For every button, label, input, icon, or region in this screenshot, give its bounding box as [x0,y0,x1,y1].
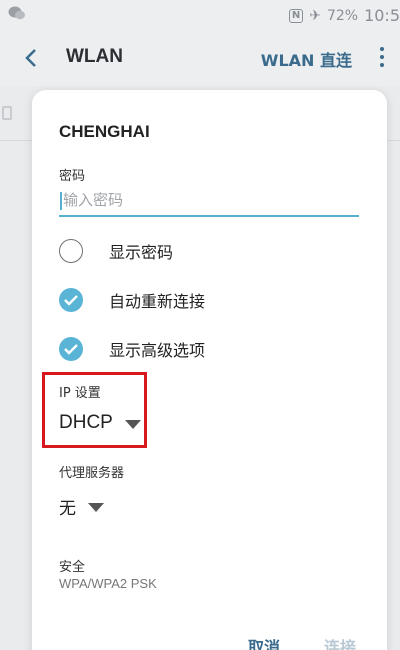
password-label: 密码 [59,169,86,184]
text-cursor [60,192,62,210]
checkmark-icon [64,295,78,306]
status-bar: N ✈ 72% 10:5 [0,0,400,30]
more-options-icon[interactable] [378,44,386,72]
proxy-dropdown[interactable]: 无 [59,494,104,519]
app-bar: WLAN WLAN 直连 [0,30,400,86]
wlan-direct-button[interactable]: WLAN 直连 [261,47,352,71]
show-password-label: 显示密码 [109,243,174,262]
auto-reconnect-checkbox[interactable] [59,288,83,312]
ip-settings-value: DHCP [59,412,113,433]
advanced-options-label: 显示高级选项 [109,341,206,360]
network-name: CHENGHAI [59,122,150,141]
auto-reconnect-label: 自动重新连接 [109,292,206,311]
nfc-icon: N [288,8,304,23]
proxy-value: 无 [59,499,76,519]
battery-level: 72% [326,7,359,24]
wechat-icon [8,5,26,25]
dropdown-arrow-icon [88,503,104,512]
security-label: 安全 [59,560,86,575]
dropdown-arrow-icon [124,419,141,429]
connect-button[interactable]: 连接 [324,634,356,650]
advanced-options-checkbox[interactable] [59,337,83,361]
wifi-connect-dialog: CHENGHAI 密码 显示密码 自动重新连接 显示高级选项 IP 设置 DHC… [32,90,387,650]
page-title: WLAN [66,46,123,67]
advanced-options-option[interactable]: 显示高级选项 [59,336,205,362]
proxy-label: 代理服务器 [59,466,125,481]
ip-settings-label: IP 设置 [59,386,101,401]
ip-settings-dropdown[interactable]: DHCP [59,412,141,434]
clock: 10:5 [364,6,400,25]
show-password-option[interactable]: 显示密码 [59,238,173,264]
cancel-button[interactable]: 取消 [248,634,280,650]
auto-reconnect-option[interactable]: 自动重新连接 [59,287,205,313]
checkmark-icon [64,344,78,355]
security-value: WPA/WPA2 PSK [59,576,157,591]
show-password-checkbox[interactable] [59,239,83,263]
back-arrow-icon[interactable] [20,44,44,72]
list-item-icon [2,106,12,120]
airplane-icon: ✈ [309,7,321,24]
password-input[interactable] [59,187,359,217]
